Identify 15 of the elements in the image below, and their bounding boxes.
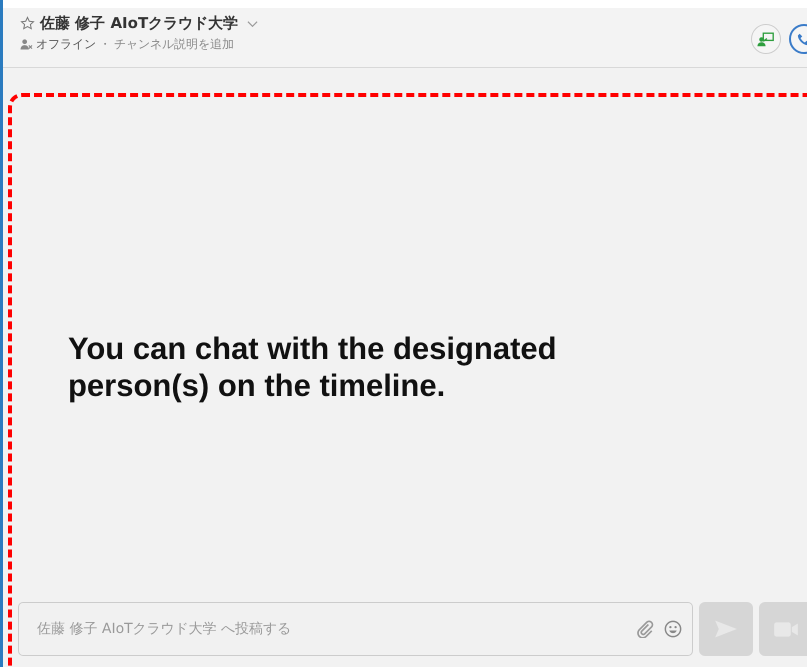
chevron-down-icon[interactable]: [247, 20, 258, 28]
add-description-link[interactable]: チャンネル説明を追加: [114, 36, 234, 53]
user-offline-icon: [20, 39, 33, 50]
channel-title: 佐藤 修子 AIoTクラウド大学: [40, 14, 238, 33]
annotation-text: You can chat with the designated person(s) on the timeline.: [68, 330, 558, 404]
presenter-icon: [757, 32, 775, 46]
star-icon[interactable]: [20, 16, 35, 31]
phone-icon: [797, 32, 807, 46]
paperclip-icon[interactable]: [636, 620, 654, 638]
message-input-field[interactable]: 佐藤 修子 AIoTクラウド大学 へ投稿する: [35, 620, 626, 638]
emoji-icon[interactable]: [664, 620, 682, 638]
status-text: オフライン: [36, 36, 96, 53]
message-composer[interactable]: 佐藤 修子 AIoTクラウド大学 へ投稿する: [18, 602, 693, 656]
presentation-button[interactable]: [751, 24, 781, 54]
separator-dot: ・: [99, 36, 111, 53]
